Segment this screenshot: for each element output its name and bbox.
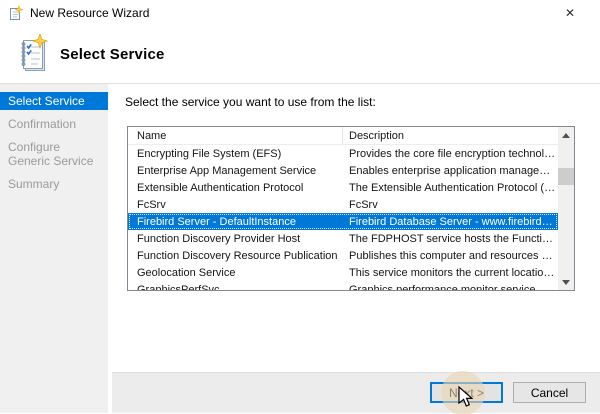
footer-bar: Next > Cancel [112, 372, 600, 413]
table-row[interactable]: Function Discovery Provider Host The FDP… [128, 230, 558, 247]
scroll-up-arrow-icon[interactable] [558, 127, 574, 143]
sidebar-item-configure-generic-service[interactable]: Configure Generic Service [0, 138, 108, 170]
service-list: Name Description Encrypting File System … [127, 126, 575, 291]
sidebar-item-select-service[interactable]: Select Service [0, 92, 108, 110]
table-row[interactable]: Geolocation Service This service monitor… [128, 264, 558, 281]
wizard-body: Select Service Confirmation Configure Ge… [0, 84, 600, 413]
content-pane: Select the service you want to use from … [112, 84, 600, 413]
sidebar-item-summary[interactable]: Summary [0, 175, 108, 193]
table-row-selected[interactable]: Firebird Server - DefaultInstance Firebi… [128, 213, 558, 230]
service-rows: Encrypting File System (EFS) Provides th… [128, 145, 558, 290]
wizard-steps-nav: Select Service Confirmation Configure Ge… [0, 84, 108, 413]
cancel-button[interactable]: Cancel [513, 382, 586, 403]
new-resource-wizard-window: New Resource Wizard ✕ Sele [0, 0, 600, 414]
column-header-description[interactable]: Description [343, 127, 558, 144]
scrollbar-thumb[interactable] [558, 168, 574, 185]
titlebar: New Resource Wizard ✕ [0, 0, 600, 26]
table-row[interactable]: Encrypting File System (EFS) Provides th… [128, 145, 558, 162]
wizard-notebook-icon [18, 34, 48, 76]
close-icon[interactable]: ✕ [554, 0, 586, 26]
wizard-header: Select Service [0, 26, 600, 84]
wizard-window-icon [8, 5, 24, 21]
table-row[interactable]: Enterprise App Management Service Enable… [128, 162, 558, 179]
page-title: Select Service [60, 46, 165, 63]
sidebar-item-confirmation[interactable]: Confirmation [0, 115, 108, 133]
next-button[interactable]: Next > [430, 382, 503, 403]
table-row[interactable]: GraphicsPerfSvc Graphics performance mon… [128, 281, 558, 290]
instruction-label: Select the service you want to use from … [125, 95, 376, 109]
column-header-name[interactable]: Name [128, 127, 343, 144]
table-row[interactable]: Extensible Authentication Protocol The E… [128, 179, 558, 196]
scroll-down-arrow-icon[interactable] [558, 274, 574, 290]
table-row[interactable]: FcSrv FcSrv [128, 196, 558, 213]
vertical-scrollbar[interactable] [558, 127, 574, 290]
table-row[interactable]: Function Discovery Resource Publication … [128, 247, 558, 264]
window-title: New Resource Wizard [30, 6, 149, 20]
table-header-row: Name Description [128, 127, 558, 145]
